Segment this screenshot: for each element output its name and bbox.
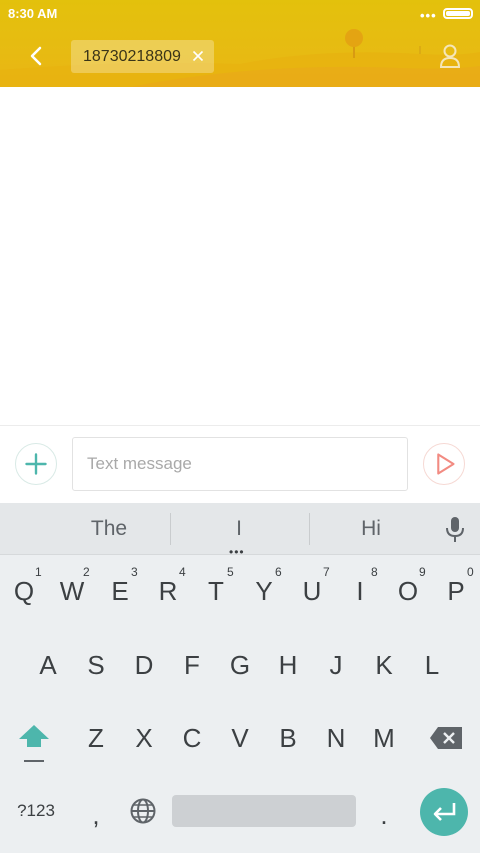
suggestion-1[interactable]: The [49, 517, 169, 541]
keyboard: The I ••• Hi Q 1 W 2 E 3 R 4 T 5 Y 6 U 7… [0, 503, 480, 853]
contact-person-icon[interactable] [436, 42, 464, 70]
signal-dots-icon: ••• [420, 8, 437, 23]
add-attachment-icon[interactable] [15, 443, 57, 485]
key-hint: 7 [323, 565, 330, 579]
suggestion-strip: The I ••• Hi [0, 503, 480, 558]
key-x[interactable]: X [120, 708, 168, 768]
recipient-number: 18730218809 [83, 47, 181, 65]
key-k[interactable]: K [360, 635, 408, 695]
enter-button[interactable] [420, 788, 468, 836]
battery-icon [443, 8, 473, 19]
suggestion-separator [309, 513, 310, 545]
key-hint: 6 [275, 565, 282, 579]
key-j[interactable]: J [312, 635, 360, 695]
key-hint: 4 [179, 565, 186, 579]
microphone-icon[interactable] [444, 515, 466, 545]
key-hint: 9 [419, 565, 426, 579]
key-h[interactable]: H [264, 635, 312, 695]
key-hint: 5 [227, 565, 234, 579]
key-d[interactable]: D [120, 635, 168, 695]
key-l[interactable]: L [408, 635, 456, 695]
status-time: 8:30 AM [8, 6, 58, 21]
key-v[interactable]: V [216, 708, 264, 768]
key-hint: 3 [131, 565, 138, 579]
space-bar[interactable] [172, 795, 356, 827]
suggestion-3[interactable]: Hi [311, 517, 431, 541]
suggestion-2[interactable]: I [179, 517, 299, 541]
key-hint: 2 [83, 565, 90, 579]
message-input-box[interactable] [72, 437, 408, 491]
remove-recipient-icon[interactable] [190, 48, 206, 64]
backspace-icon[interactable] [428, 725, 464, 751]
suggestion-separator [170, 513, 171, 545]
send-icon[interactable] [423, 443, 465, 485]
compose-divider [0, 425, 480, 426]
key-hint: 0 [467, 565, 474, 579]
period-key[interactable]: . [360, 785, 408, 845]
key-b[interactable]: B [264, 708, 312, 768]
conversation-header: 8:30 AM ••• 18730218809 [0, 0, 480, 87]
key-f[interactable]: F [168, 635, 216, 695]
comma-key[interactable]: , [72, 785, 120, 845]
key-n[interactable]: N [312, 708, 360, 768]
globe-language-icon[interactable] [129, 797, 157, 825]
key-a[interactable]: A [24, 635, 72, 695]
shift-icon[interactable] [14, 721, 54, 765]
symbols-key[interactable]: ?123 [10, 781, 62, 841]
more-suggestions-icon[interactable]: ••• [229, 546, 245, 558]
key-c[interactable]: C [168, 708, 216, 768]
back-arrow-icon[interactable] [22, 40, 52, 72]
message-input[interactable] [87, 454, 387, 474]
key-hint: 8 [371, 565, 378, 579]
key-g[interactable]: G [216, 635, 264, 695]
key-m[interactable]: M [360, 708, 408, 768]
recipient-chip[interactable]: 18730218809 [71, 40, 214, 73]
key-hint: 1 [35, 565, 42, 579]
key-s[interactable]: S [72, 635, 120, 695]
enter-icon [433, 803, 456, 821]
key-z[interactable]: Z [72, 708, 120, 768]
